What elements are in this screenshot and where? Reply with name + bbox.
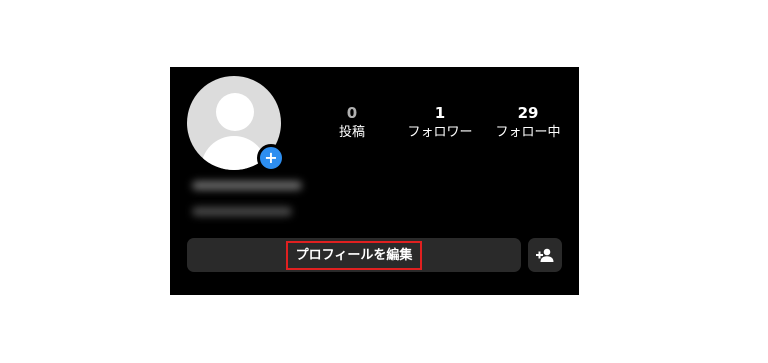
avatar-head-shape — [216, 93, 254, 131]
followers-label: フォロワー — [407, 125, 473, 140]
avatar-container[interactable]: + — [187, 76, 285, 172]
stat-posts[interactable]: 0 投稿 — [328, 104, 376, 142]
edit-profile-label: プロフィールを編集 — [285, 240, 423, 270]
blurred-username — [192, 181, 302, 190]
stat-followers[interactable]: 1 フォロワー — [398, 104, 482, 142]
add-person-icon — [536, 248, 554, 262]
discover-people-button[interactable] — [528, 238, 562, 272]
edit-profile-button[interactable]: プロフィールを編集 — [187, 238, 521, 272]
plus-icon[interactable]: + — [257, 144, 285, 172]
profile-header: + 0 投稿 1 フォロワー 29 フォロー中 プロフィールを編集 — [170, 67, 579, 295]
following-label: フォロー中 — [495, 125, 561, 140]
blurred-bio — [192, 207, 292, 216]
posts-count: 0 — [346, 104, 358, 122]
followers-count: 1 — [434, 104, 446, 122]
posts-label: 投稿 — [338, 125, 365, 140]
screenshot-canvas: + 0 投稿 1 フォロワー 29 フォロー中 プロフィールを編集 — [0, 0, 768, 363]
stat-following[interactable]: 29 フォロー中 — [488, 104, 568, 142]
following-count: 29 — [517, 104, 539, 122]
